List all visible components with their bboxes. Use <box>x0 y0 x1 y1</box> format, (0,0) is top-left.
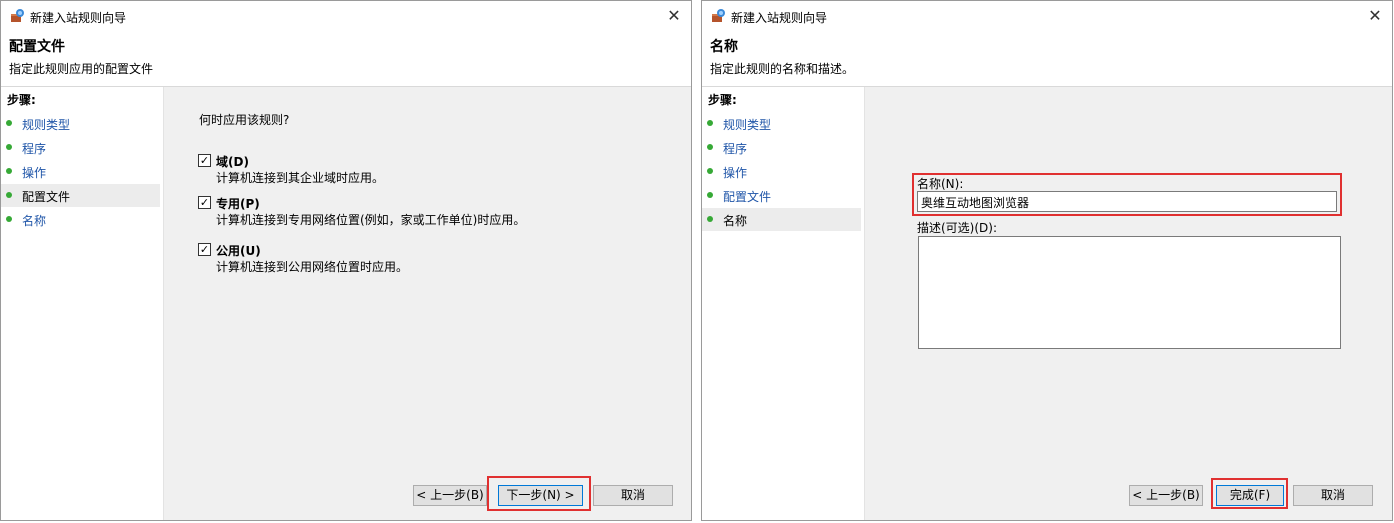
cancel-button[interactable]: 取消 <box>593 485 673 506</box>
window-title: 新建入站规则向导 <box>30 11 127 25</box>
back-button[interactable]: < 上一步(B) <box>413 485 487 506</box>
highlight-box <box>1211 478 1288 509</box>
content-pane: 何时应用该规则? ✓ 域(D) 计算机连接到其企业域时应用。 ✓ 专用(P) 计… <box>164 87 691 520</box>
steps-pane: 步骤: 规则类型 程序 操作 配置文件 名称 <box>1 87 164 520</box>
step-label: 程序 <box>723 142 748 156</box>
description-label: 描述(可选)(D): <box>917 221 998 235</box>
back-button[interactable]: < 上一步(B) <box>1129 485 1203 506</box>
option-label: 专用(P) <box>216 197 260 211</box>
page-header: 配置文件 指定此规则应用的配置文件 <box>1 31 691 87</box>
step-label: 规则类型 <box>723 118 772 132</box>
highlight-box <box>487 476 591 511</box>
step-profile[interactable]: 配置文件 <box>702 184 861 207</box>
title-bar: 新建入站规则向导 ✕ <box>702 1 1392 31</box>
steps-header: 步骤: <box>7 93 36 107</box>
step-status-dot-icon <box>707 120 713 126</box>
firewall-app-icon <box>712 9 725 22</box>
step-label: 配置文件 <box>723 190 772 204</box>
wizard-window-name: 新建入站规则向导 ✕ 名称 指定此规则的名称和描述。 步骤: 规则类型 程序 操… <box>701 0 1393 521</box>
window-title: 新建入站规则向导 <box>731 11 828 25</box>
highlight-box <box>912 173 1342 216</box>
step-status-dot-icon <box>707 216 713 222</box>
page-subtitle: 指定此规则的名称和描述。 <box>710 62 855 76</box>
step-status-dot-icon <box>6 144 12 150</box>
description-textarea[interactable] <box>918 236 1341 349</box>
page-title: 名称 <box>710 39 738 55</box>
step-program[interactable]: 程序 <box>1 136 160 159</box>
option-label: 公用(U) <box>216 244 261 258</box>
close-button[interactable]: ✕ <box>1358 1 1392 31</box>
step-status-dot-icon <box>707 192 713 198</box>
step-profile: 配置文件 <box>1 184 160 207</box>
step-label: 操作 <box>22 166 47 180</box>
firewall-app-icon <box>11 9 24 22</box>
step-rule-type[interactable]: 规则类型 <box>1 112 160 135</box>
step-name: 名称 <box>702 208 861 231</box>
step-name[interactable]: 名称 <box>1 208 160 231</box>
content-pane: 名称(N): 奥维互动地图浏览器 描述(可选)(D): < 上一步(B) 完成(… <box>865 87 1392 520</box>
domain-checkbox[interactable]: ✓ <box>198 154 211 167</box>
wizard-window-profile: 新建入站规则向导 ✕ 配置文件 指定此规则应用的配置文件 步骤: 规则类型 程序… <box>0 0 692 521</box>
steps-header: 步骤: <box>708 93 737 107</box>
step-status-dot-icon <box>6 216 12 222</box>
step-label: 程序 <box>22 142 47 156</box>
step-program[interactable]: 程序 <box>702 136 861 159</box>
page-subtitle: 指定此规则应用的配置文件 <box>9 62 154 76</box>
step-label: 名称 <box>22 214 47 228</box>
step-rule-type[interactable]: 规则类型 <box>702 112 861 135</box>
option-description: 计算机连接到专用网络位置(例如，家或工作单位)时应用。 <box>216 213 526 227</box>
step-status-dot-icon <box>707 144 713 150</box>
step-status-dot-icon <box>6 192 12 198</box>
step-label: 名称 <box>723 214 748 228</box>
step-action[interactable]: 操作 <box>1 160 160 183</box>
page-header: 名称 指定此规则的名称和描述。 <box>702 31 1392 87</box>
step-status-dot-icon <box>707 168 713 174</box>
cancel-button[interactable]: 取消 <box>1293 485 1373 506</box>
step-status-dot-icon <box>6 120 12 126</box>
question-text: 何时应用该规则? <box>199 113 290 127</box>
private-checkbox[interactable]: ✓ <box>198 196 211 209</box>
step-label: 操作 <box>723 166 748 180</box>
public-checkbox[interactable]: ✓ <box>198 243 211 256</box>
option-description: 计算机连接到其企业域时应用。 <box>216 171 385 185</box>
step-status-dot-icon <box>6 168 12 174</box>
option-label: 域(D) <box>216 155 249 169</box>
page-title: 配置文件 <box>9 39 65 55</box>
step-action[interactable]: 操作 <box>702 160 861 183</box>
step-label: 规则类型 <box>22 118 71 132</box>
step-label: 配置文件 <box>22 190 71 204</box>
close-button[interactable]: ✕ <box>657 1 691 31</box>
title-bar: 新建入站规则向导 ✕ <box>1 1 691 31</box>
option-description: 计算机连接到公用网络位置时应用。 <box>216 260 409 274</box>
steps-pane: 步骤: 规则类型 程序 操作 配置文件 名称 <box>702 87 865 520</box>
